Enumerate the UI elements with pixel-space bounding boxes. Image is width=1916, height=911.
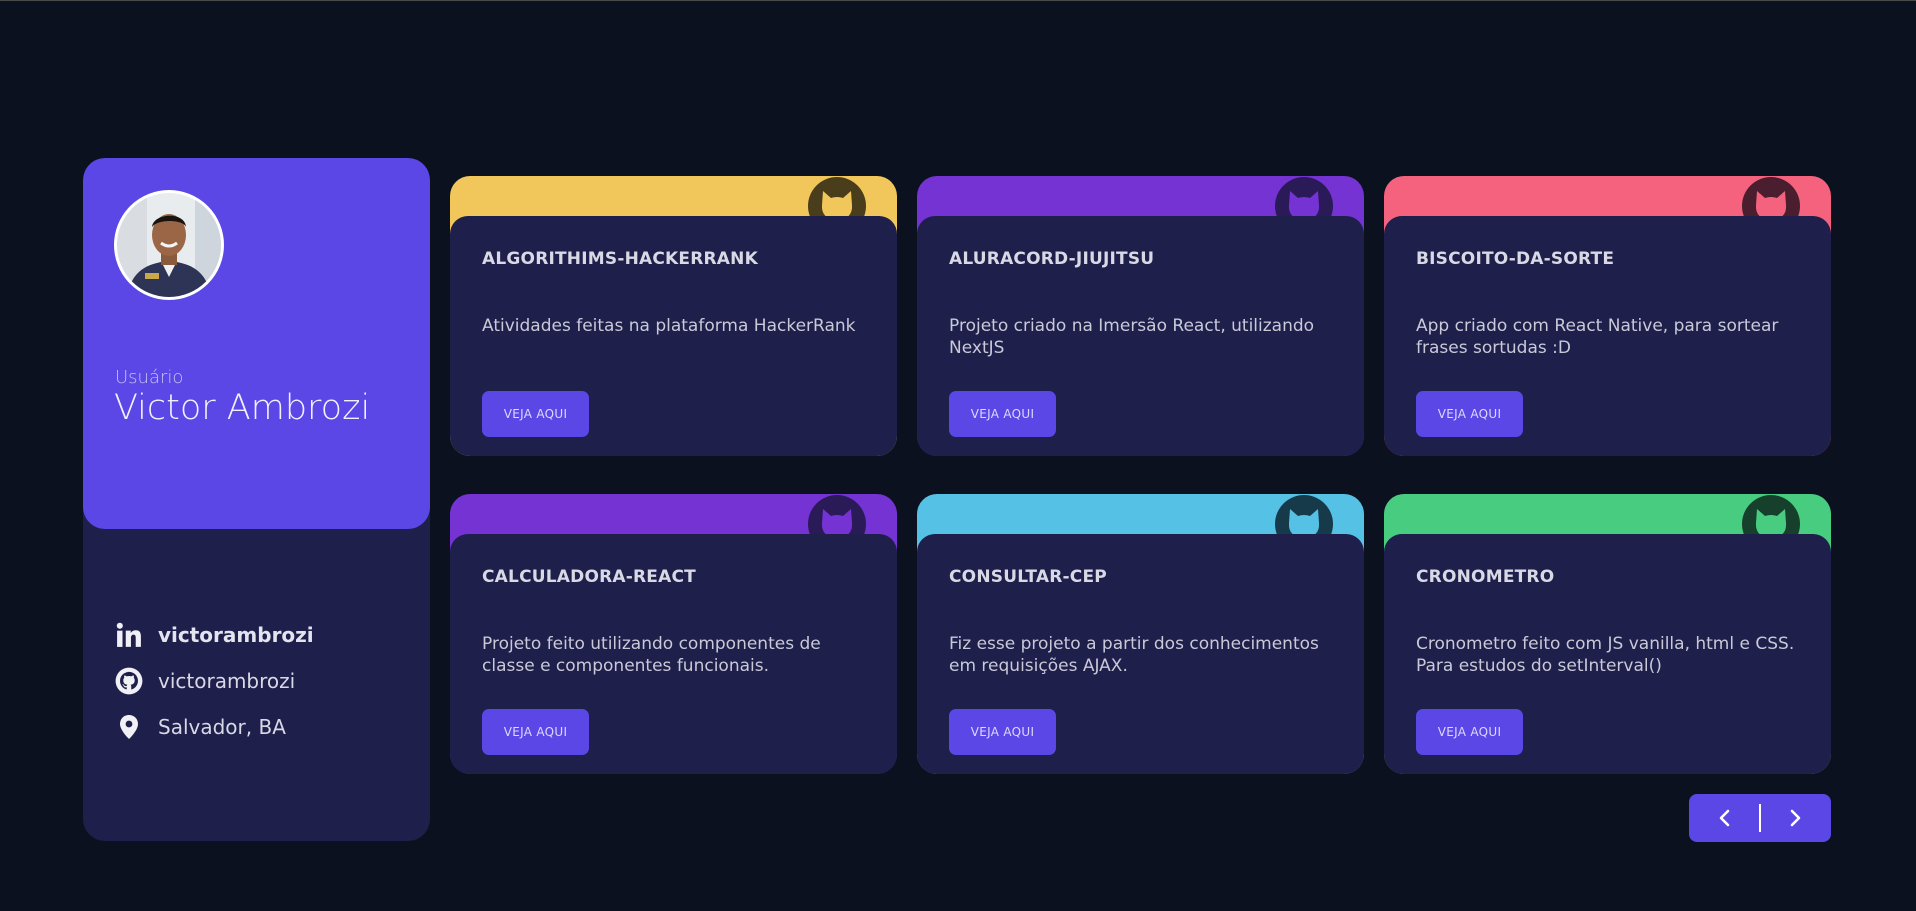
top-border xyxy=(0,0,1916,1)
repo-card-body: CALCULADORA-REACT Projeto feito utilizan… xyxy=(450,534,897,774)
github-icon xyxy=(114,666,144,696)
next-page-button[interactable] xyxy=(1767,794,1823,842)
github-username: victorambrozi xyxy=(158,669,296,693)
view-repo-button[interactable]: VEJA AQUI xyxy=(482,709,589,755)
repo-title: ALURACORD-JIUJITSU xyxy=(949,249,1155,269)
repo-title: ALGORITHIMS-HACKERRANK xyxy=(482,249,758,269)
linkedin-link[interactable]: victorambrozi xyxy=(114,620,314,650)
repo-card: ALURACORD-JIUJITSU Projeto criado na Ime… xyxy=(917,176,1364,456)
avatar xyxy=(114,190,224,300)
profile-card: Usuário Victor Ambrozi victorambrozi vic… xyxy=(83,158,430,841)
repo-card-body: CONSULTAR-CEP Fiz esse projeto a partir … xyxy=(917,534,1364,774)
github-link[interactable]: victorambrozi xyxy=(114,666,295,696)
profile-header: Usuário Victor Ambrozi xyxy=(83,158,430,529)
location-text: Salvador, BA xyxy=(158,715,286,739)
view-repo-button[interactable]: VEJA AQUI xyxy=(949,709,1056,755)
repo-title: CRONOMETRO xyxy=(1416,567,1555,587)
repo-title: BISCOITO-DA-SORTE xyxy=(1416,249,1615,269)
chevron-right-icon xyxy=(1790,809,1801,827)
repo-description: Fiz esse projeto a partir dos conhecimen… xyxy=(949,634,1319,676)
previous-page-button[interactable] xyxy=(1697,794,1753,842)
repo-card-body: ALGORITHIMS-HACKERRANK Atividades feitas… xyxy=(450,216,897,456)
repo-card-body: ALURACORD-JIUJITSU Projeto criado na Ime… xyxy=(917,216,1364,456)
repo-card: BISCOITO-DA-SORTE App criado com React N… xyxy=(1384,176,1831,456)
view-repo-button[interactable]: VEJA AQUI xyxy=(482,391,589,437)
pagination xyxy=(1689,794,1831,842)
repo-description: Cronometro feito com JS vanilla, html e … xyxy=(1416,634,1795,676)
pagination-divider xyxy=(1759,804,1761,832)
repo-description: Projeto feito utilizando componentes de … xyxy=(482,634,821,676)
location-row: Salvador, BA xyxy=(114,712,286,742)
repo-title: CALCULADORA-REACT xyxy=(482,567,696,587)
repo-card: CRONOMETRO Cronometro feito com JS vanil… xyxy=(1384,494,1831,774)
repo-description: Projeto criado na Imersão React, utiliza… xyxy=(949,316,1315,358)
repo-title: CONSULTAR-CEP xyxy=(949,567,1107,587)
view-repo-button[interactable]: VEJA AQUI xyxy=(1416,709,1523,755)
repo-card-body: BISCOITO-DA-SORTE App criado com React N… xyxy=(1384,216,1831,456)
linkedin-username: victorambrozi xyxy=(158,623,314,647)
repo-card-body: CRONOMETRO Cronometro feito com JS vanil… xyxy=(1384,534,1831,774)
repo-description: App criado com React Native, para sortea… xyxy=(1416,316,1779,358)
repo-card: CALCULADORA-REACT Projeto feito utilizan… xyxy=(450,494,897,774)
location-pin-icon xyxy=(114,712,144,742)
view-repo-button[interactable]: VEJA AQUI xyxy=(949,391,1056,437)
user-name: Victor Ambrozi xyxy=(114,388,371,428)
view-repo-button[interactable]: VEJA AQUI xyxy=(1416,391,1523,437)
linkedin-icon xyxy=(114,620,144,650)
repo-description: Atividades feitas na plataforma HackerRa… xyxy=(482,316,856,336)
repo-card: CONSULTAR-CEP Fiz esse projeto a partir … xyxy=(917,494,1364,774)
chevron-left-icon xyxy=(1719,809,1730,827)
user-label: Usuário xyxy=(115,367,184,388)
repo-card: ALGORITHIMS-HACKERRANK Atividades feitas… xyxy=(450,176,897,456)
